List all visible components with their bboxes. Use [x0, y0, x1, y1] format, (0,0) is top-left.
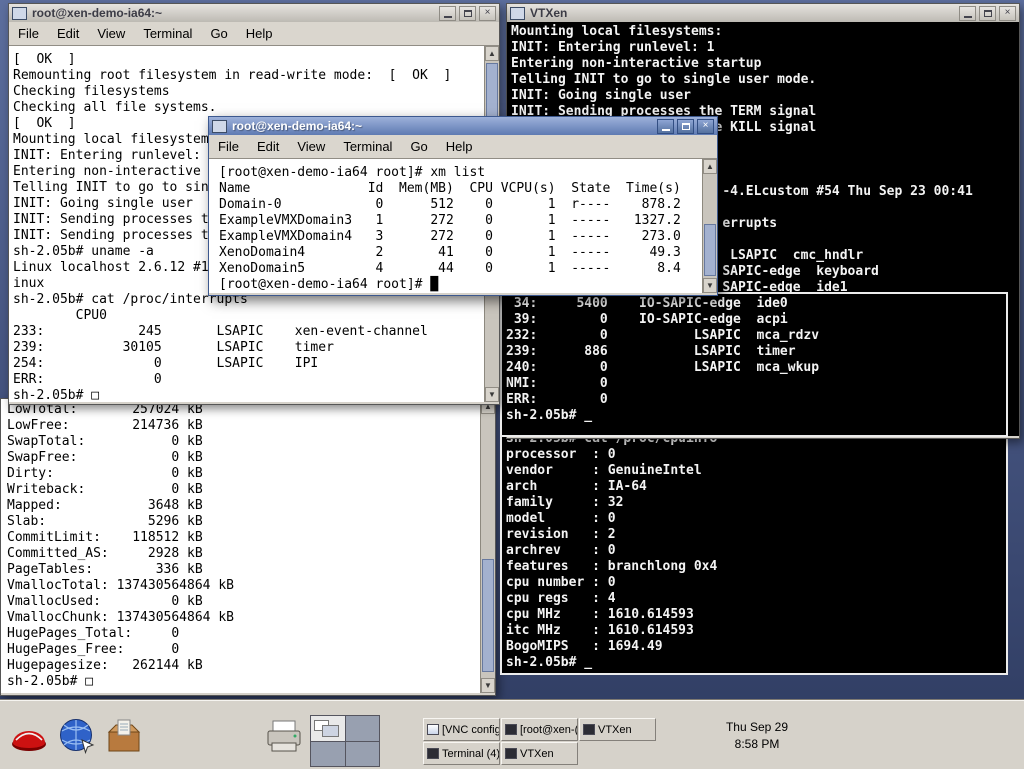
task-button-vtxen-2[interactable]: VTXen [501, 742, 578, 765]
scrollbar[interactable]: ▲ ▼ [702, 159, 717, 293]
task-button-label: Terminal (4) [442, 748, 500, 760]
terminal-icon [505, 724, 517, 735]
menubar: File Edit View Terminal Go Help [9, 22, 499, 46]
task-button-terminal-group[interactable]: Terminal (4) [423, 742, 500, 765]
window-xterm-interrupts[interactable]: 34: 5400 IO-SAPIC-edge ide0 39: 0 IO-SAP… [500, 292, 1008, 437]
task-button-label: [root@xen-( [520, 724, 578, 736]
menu-file[interactable]: File [209, 139, 248, 154]
scrollbar-thumb[interactable] [482, 559, 494, 672]
maximize-button[interactable] [979, 6, 996, 21]
terminal-output: LowTotal: 257024 kB LowFree: 214736 kB S… [1, 399, 495, 690]
titlebar[interactable]: root@xen-demo-ia64:~ × [209, 117, 717, 135]
maximize-button[interactable] [459, 6, 476, 21]
window-terminal-xm-list[interactable]: root@xen-demo-ia64:~ × File Edit View Te… [208, 116, 718, 296]
terminal-icon [505, 748, 517, 759]
task-button-label: VTXen [598, 724, 632, 736]
window-xterm-cpuinfo[interactable]: sh-2.05b# cat /proc/cpuinfo processor : … [500, 427, 1008, 675]
workspace-switcher[interactable] [310, 715, 380, 767]
menu-go[interactable]: Go [201, 26, 236, 41]
minimize-button[interactable] [959, 6, 976, 21]
menu-go[interactable]: Go [401, 139, 436, 154]
minimize-icon [964, 16, 972, 18]
window-title: root@xen-demo-ia64:~ [230, 119, 654, 133]
scrollbar-track[interactable] [481, 414, 495, 678]
menubar: File Edit View Terminal Go Help [209, 135, 717, 159]
workspace-2[interactable] [346, 716, 380, 741]
terminal-viewport[interactable]: LowTotal: 257024 kB LowFree: 214736 kB S… [1, 399, 495, 693]
minimize-icon [444, 16, 452, 18]
taskbar: [VNC config [root@xen-( VTXen Terminal (… [0, 700, 1024, 769]
scroll-down-icon[interactable]: ▼ [703, 278, 717, 293]
window-terminal-meminfo[interactable]: LowTotal: 257024 kB LowFree: 214736 kB S… [0, 398, 496, 696]
minimize-icon [662, 129, 670, 131]
menu-terminal[interactable]: Terminal [134, 26, 201, 41]
workspace-1[interactable] [311, 716, 345, 741]
scroll-down-icon[interactable]: ▼ [485, 387, 499, 402]
task-button-vtxen-1[interactable]: VTXen [579, 718, 656, 741]
scroll-up-icon[interactable]: ▲ [703, 159, 717, 174]
vnc-icon [427, 724, 439, 735]
close-button[interactable]: × [697, 119, 714, 134]
redhat-menu-icon[interactable] [8, 713, 50, 759]
terminal-icon [583, 724, 595, 735]
menu-view[interactable]: View [88, 26, 134, 41]
task-button-vnc-config[interactable]: [VNC config [423, 718, 500, 741]
titlebar[interactable]: VTXen × [507, 4, 1019, 22]
workspace-4[interactable] [346, 742, 380, 767]
terminal-icon [427, 748, 439, 759]
close-button[interactable]: × [479, 6, 496, 21]
maximize-icon [682, 123, 690, 130]
web-browser-icon[interactable] [58, 717, 96, 755]
console-window-icon [510, 7, 525, 20]
menu-help[interactable]: Help [237, 26, 282, 41]
scroll-down-icon[interactable]: ▼ [481, 678, 495, 693]
terminal-window-icon [12, 7, 27, 20]
clock-date: Thu Sep 29 [726, 720, 788, 734]
workspace-3[interactable] [311, 742, 345, 767]
terminal-window-icon [212, 120, 227, 133]
window-title: VTXen [528, 6, 956, 20]
task-button-root-xen[interactable]: [root@xen-( [501, 718, 578, 741]
terminal-output: [root@xen-demo-ia64 root]# xm list Name … [209, 159, 717, 293]
maximize-icon [984, 10, 992, 17]
task-button-label: VTXen [520, 748, 554, 760]
menu-file[interactable]: File [9, 26, 48, 41]
terminal-output: sh-2.05b# cat /proc/cpuinfo processor : … [506, 431, 1006, 671]
menu-terminal[interactable]: Terminal [334, 139, 401, 154]
minimize-button[interactable] [439, 6, 456, 21]
clock-time: 8:58 PM [735, 737, 780, 751]
titlebar[interactable]: root@xen-demo-ia64:~ × [9, 4, 499, 22]
maximize-button[interactable] [677, 119, 694, 134]
scrollbar-thumb[interactable] [704, 224, 716, 276]
task-button-label: [VNC config [442, 724, 500, 736]
window-title: root@xen-demo-ia64:~ [30, 6, 436, 20]
menu-edit[interactable]: Edit [248, 139, 288, 154]
printer-icon[interactable] [264, 719, 304, 757]
terminal-viewport[interactable]: [root@xen-demo-ia64 root]# xm list Name … [209, 159, 717, 293]
close-button[interactable]: × [999, 6, 1016, 21]
clock[interactable]: Thu Sep 29 8:58 PM [702, 701, 812, 769]
menu-edit[interactable]: Edit [48, 26, 88, 41]
packages-icon[interactable] [104, 717, 144, 757]
scrollbar-track[interactable] [703, 174, 717, 278]
menu-help[interactable]: Help [437, 139, 482, 154]
minimize-button[interactable] [657, 119, 674, 134]
maximize-icon [464, 10, 472, 17]
terminal-output: 34: 5400 IO-SAPIC-edge ide0 39: 0 IO-SAP… [506, 296, 1006, 424]
scroll-up-icon[interactable]: ▲ [485, 46, 499, 61]
scrollbar[interactable]: ▲ ▼ [480, 399, 495, 693]
menu-view[interactable]: View [288, 139, 334, 154]
